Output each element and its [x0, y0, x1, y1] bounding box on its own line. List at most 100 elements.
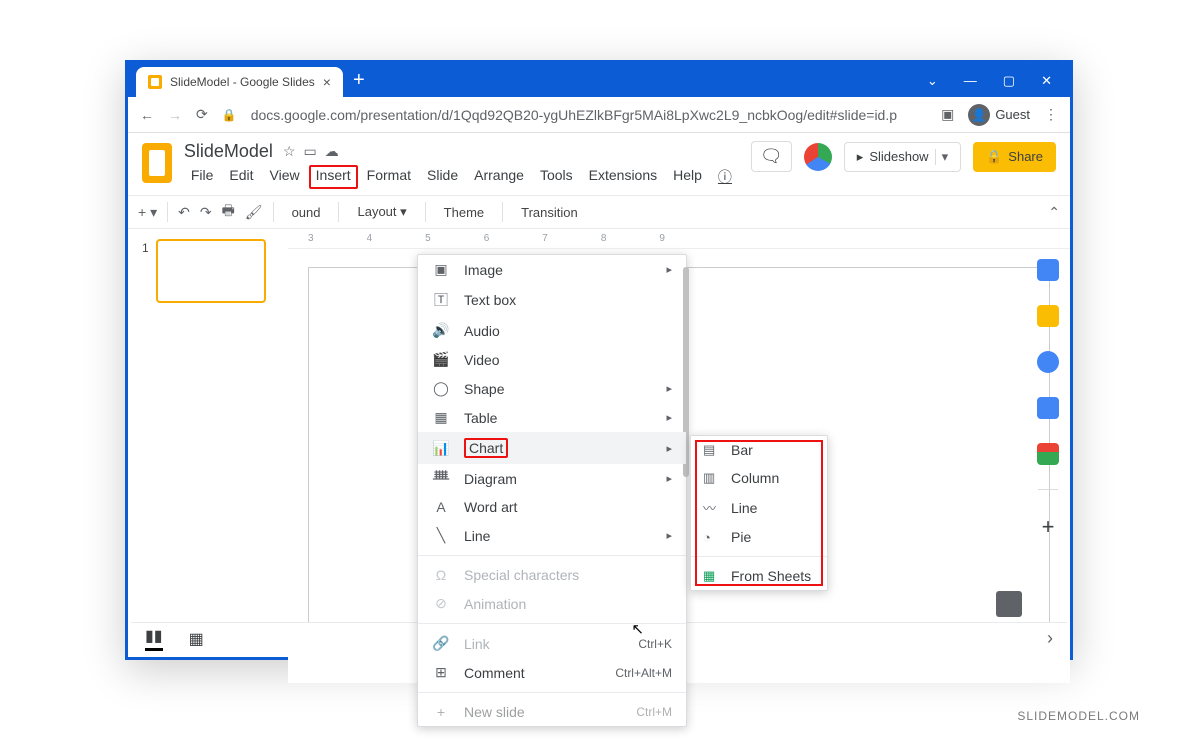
insert-chart[interactable]: 📊Chart▸ ↖ [418, 432, 686, 464]
contacts-icon[interactable] [1037, 397, 1059, 419]
side-panel: + [1029, 259, 1067, 540]
maximize-icon[interactable]: ▢ [1003, 73, 1015, 89]
sheets-icon: ▦ [703, 568, 719, 584]
share-button[interactable]: 🔒 Share [973, 142, 1056, 172]
slides-logo-icon[interactable] [142, 143, 172, 183]
calendar-icon[interactable] [1037, 259, 1059, 281]
grid-view-icon[interactable]: ▦ [189, 629, 204, 649]
minimize-icon[interactable]: — [964, 73, 977, 89]
browser-tab[interactable]: SlideModel - Google Slides × [136, 67, 343, 97]
profile-badge[interactable]: 👤 Guest [968, 104, 1030, 126]
chart-bar[interactable]: ▤Bar [691, 436, 827, 464]
comment-icon: ⊞ [432, 664, 450, 681]
bar-chart-icon: ▤ [703, 442, 719, 458]
insert-video[interactable]: 🎬Video [418, 345, 686, 374]
browser-window: SlideModel - Google Slides × + ⌄ — ▢ ✕ ←… [125, 60, 1073, 660]
insert-animation: ⊘Animation [418, 589, 686, 618]
undo-icon[interactable]: ↶ [178, 204, 190, 221]
print-icon[interactable]: 🖶 [222, 200, 235, 224]
window-controls: ⌄ — ▢ ✕ [909, 73, 1070, 97]
new-tab-button[interactable]: + [353, 69, 365, 92]
maps-icon[interactable] [1037, 443, 1059, 465]
menu-insert[interactable]: Insert [309, 165, 358, 189]
insert-diagram[interactable]: ᚙDiagram▸ [418, 464, 686, 493]
insert-new-slide[interactable]: +New slideCtrl+M [418, 698, 686, 726]
menu-format[interactable]: Format [360, 165, 418, 189]
menu-slide[interactable]: Slide [420, 165, 465, 189]
paint-format-icon[interactable]: 🖌 [245, 204, 263, 221]
plus-icon: + [432, 704, 450, 720]
meet-button[interactable] [804, 143, 832, 171]
insert-line[interactable]: ╲Line▸ [418, 521, 686, 550]
line-icon: ╲ [432, 527, 450, 544]
chevron-down-icon[interactable]: ⌄ [927, 73, 938, 89]
star-icon[interactable]: ☆ [283, 143, 296, 160]
theme-button[interactable]: Theme [436, 202, 492, 223]
redo-icon[interactable]: ↷ [200, 204, 212, 221]
menu-tools[interactable]: Tools [533, 165, 580, 189]
last-edit-icon[interactable]: ⓘ [711, 165, 739, 189]
reader-icon[interactable]: ▣ [941, 106, 954, 123]
menu-extensions[interactable]: Extensions [582, 165, 664, 189]
menu-file[interactable]: File [184, 165, 221, 189]
audio-icon: 🔊 [432, 322, 450, 339]
chart-pie[interactable]: ◔Pie [691, 523, 827, 551]
video-icon: 🎬 [432, 351, 450, 368]
insert-menu-dropdown: ▣Image▸ 🅃Text box 🔊Audio 🎬Video ◯Shape▸ … [417, 254, 687, 727]
menu-help[interactable]: Help [666, 165, 709, 189]
menu-edit[interactable]: Edit [222, 165, 260, 189]
insert-comment[interactable]: ⊞CommentCtrl+Alt+M [418, 658, 686, 687]
profile-label: Guest [995, 107, 1030, 122]
chart-line[interactable]: 〰Line [691, 492, 827, 523]
chart-column[interactable]: ▥Column [691, 464, 827, 492]
url-text[interactable]: docs.google.com/presentation/d/1Qqd92QB2… [251, 107, 927, 123]
slideshow-button[interactable]: ▸ Slideshow ▾ [844, 142, 961, 172]
collapse-toolbar-icon[interactable]: ⌃ [1048, 204, 1060, 221]
slideshow-dropdown-icon[interactable]: ▾ [935, 149, 949, 165]
kebab-menu-icon[interactable]: ⋮ [1044, 106, 1058, 123]
thumbnail-panel[interactable]: 1 [128, 229, 288, 683]
slides-favicon-icon [148, 75, 162, 89]
insert-link: 🔗LinkCtrl+K [418, 629, 686, 658]
chart-icon: 📊 [432, 440, 450, 457]
insert-audio[interactable]: 🔊Audio [418, 316, 686, 345]
image-icon: ▣ [432, 261, 450, 278]
table-icon: ▦ [432, 409, 450, 426]
wordart-icon: A [432, 499, 450, 515]
chart-from-sheets[interactable]: ▦From Sheets [691, 562, 827, 590]
toolbar: + ▾ ↶ ↷ 🖶 🖌 ound Layout ▾ Theme Transiti… [128, 195, 1070, 229]
slide-number: 1 [142, 241, 149, 255]
reload-icon[interactable]: ⟳ [196, 106, 208, 123]
line-chart-icon: 〰 [703, 498, 719, 517]
menu-view[interactable]: View [263, 165, 307, 189]
transition-button[interactable]: Transition [513, 202, 586, 223]
chrome-titlebar: SlideModel - Google Slides × + ⌄ — ▢ ✕ [128, 63, 1070, 97]
insert-table[interactable]: ▦Table▸ [418, 403, 686, 432]
show-side-panel-icon[interactable]: › [1047, 628, 1053, 649]
forward-icon[interactable]: → [168, 107, 182, 123]
add-addon-icon[interactable]: + [1042, 514, 1055, 540]
shape-icon: ◯ [432, 380, 450, 397]
close-window-icon[interactable]: ✕ [1041, 73, 1052, 89]
layout-button[interactable]: Layout ▾ [349, 201, 414, 223]
move-icon[interactable]: ▭ [303, 143, 316, 160]
insert-image[interactable]: ▣Image▸ [418, 255, 686, 284]
insert-shape[interactable]: ◯Shape▸ [418, 374, 686, 403]
slide-thumbnail[interactable]: 1 [156, 239, 266, 303]
document-title[interactable]: SlideModel [184, 141, 273, 162]
filmstrip-view-icon[interactable]: ▮▮ [145, 626, 163, 651]
keep-icon[interactable] [1037, 305, 1059, 327]
menu-bar: File Edit View Insert Format Slide Arran… [184, 165, 739, 189]
diagram-icon: ᚙ [432, 470, 450, 487]
menu-arrange[interactable]: Arrange [467, 165, 531, 189]
back-icon[interactable]: ← [140, 107, 154, 123]
tasks-icon[interactable] [1037, 351, 1059, 373]
insert-textbox[interactable]: 🅃Text box [418, 284, 686, 316]
comments-button[interactable]: 🗨 [751, 141, 792, 172]
tab-close-icon[interactable]: × [323, 74, 331, 90]
link-icon: 🔗 [432, 635, 450, 652]
explore-button[interactable] [996, 591, 1022, 617]
background-button[interactable]: ound [284, 202, 329, 223]
insert-wordart[interactable]: AWord art [418, 493, 686, 521]
new-slide-tool[interactable]: + ▾ [138, 204, 157, 221]
